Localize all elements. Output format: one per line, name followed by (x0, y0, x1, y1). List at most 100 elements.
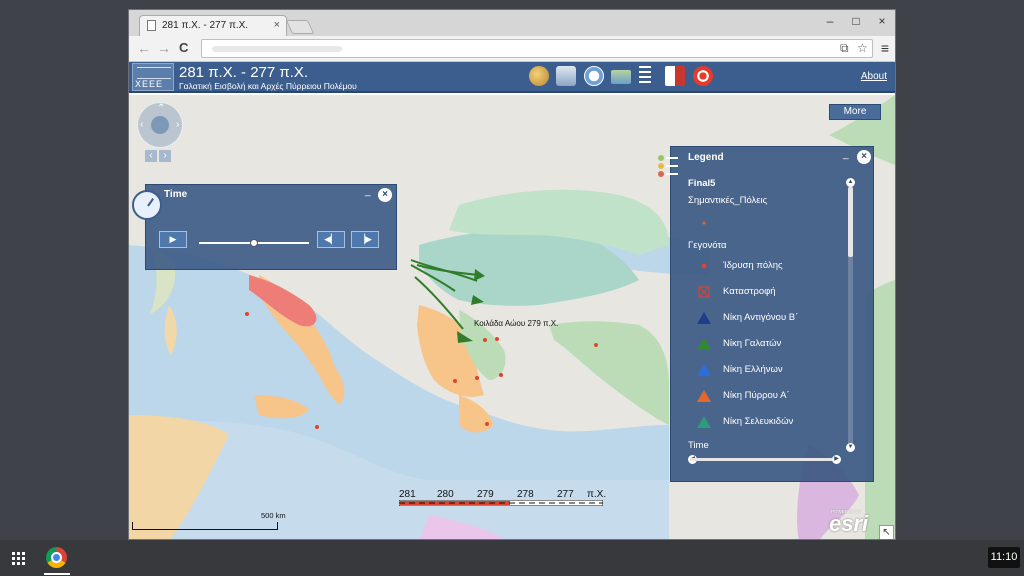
legend-close-icon[interactable]: × (857, 150, 871, 164)
time-panel: Time _ × ▶ ◀▏ ▕▶ (132, 184, 397, 270)
legend-title: Legend (688, 152, 724, 163)
legend-item-label: Νίκη Γαλατών (723, 338, 782, 349)
target-icon[interactable] (693, 66, 713, 86)
bookmark-star-icon[interactable]: ☆ (857, 41, 868, 55)
palette-icon[interactable] (529, 66, 549, 86)
legend-item-label: Νίκη Ελλήνων (723, 364, 783, 375)
timeline-year: 278 (517, 489, 534, 500)
time-panel-close-icon[interactable]: × (378, 188, 392, 202)
scrollbar-thumb[interactable] (848, 187, 853, 257)
layers-icon[interactable] (657, 153, 679, 179)
scroll-down-icon[interactable]: ▼ (846, 443, 855, 452)
time-panel-minimize-icon[interactable]: _ (365, 186, 371, 197)
pan-up-icon[interactable]: ⌃ (157, 103, 165, 114)
legend-section-cities: Σημαντικές_Πόλεις (688, 195, 768, 206)
address-bar[interactable]: ⧉ ☆ (201, 39, 873, 58)
active-app-indicator (44, 573, 70, 575)
legend-vertical-scrollbar[interactable] (848, 183, 853, 447)
legend-icon[interactable] (639, 66, 651, 86)
legend-minimize-icon[interactable]: _ (843, 149, 849, 160)
city-dot-icon (702, 221, 706, 225)
back-icon[interactable]: ← (137, 40, 151, 56)
about-link[interactable]: About (861, 71, 887, 82)
browser-menu-icon[interactable]: ≡ (881, 40, 889, 56)
forward-icon[interactable]: → (157, 40, 171, 56)
time-slider-handle[interactable] (250, 239, 258, 247)
legend-panel: Legend _ × Final5 Σημαντικές_Πόλεις Γεγο… (658, 146, 874, 482)
browser-window: 281 π.Χ. - 277 π.Χ. × – □ × ← → C ⧉ ☆ ≡ … (128, 9, 896, 540)
scroll-right-icon[interactable]: ▶ (832, 455, 841, 464)
esri-logo: esri (829, 511, 869, 536)
legend-item-label: Νίκη Πύρρου Α΄ (723, 390, 790, 401)
pan-control[interactable]: ⌃ ‹ › (137, 102, 183, 148)
zoom-in-icon[interactable]: ‹ (145, 150, 157, 162)
legend-item: Νίκη Πύρρου Α΄ (697, 388, 847, 404)
browser-toolbar: ← → C ⧉ ☆ ≡ (129, 36, 895, 62)
legend-item: Ίδρυση πόλης (697, 258, 847, 274)
destruction-icon (698, 286, 710, 298)
pan-right-icon[interactable]: › (176, 119, 179, 130)
play-button[interactable]: ▶ (159, 231, 187, 248)
legend-city-symbol (697, 215, 847, 231)
timeline-year: 281 (399, 489, 416, 500)
new-tab-button[interactable] (285, 20, 315, 34)
legend-item-label: Νίκη Αντιγόνου Β΄ (723, 312, 799, 323)
globe-icon[interactable] (151, 116, 169, 134)
legend-item: Νίκη Ελλήνων (697, 362, 847, 378)
more-button[interactable]: More (829, 104, 881, 120)
app-launcher-icon[interactable] (8, 548, 28, 568)
legend-section-events: Γεγονότα (688, 240, 727, 251)
timeline-bar: 281 280 279 278 277 π.Χ. (399, 489, 607, 507)
pan-left-icon[interactable]: ‹ (140, 119, 143, 130)
tab-close-icon[interactable]: × (274, 19, 280, 31)
triangle-navy-icon (697, 312, 711, 324)
reload-icon[interactable]: C (179, 40, 188, 55)
zoom-control: ‹ › (145, 150, 173, 162)
close-window-icon[interactable]: × (875, 14, 889, 28)
taskbar: 11:10 (0, 540, 1024, 576)
triangle-green-icon (697, 338, 711, 350)
tab-strip: 281 π.Χ. - 277 π.Χ. × – □ × (129, 10, 895, 36)
legend-item: Νίκη Γαλατών (697, 336, 847, 352)
legend-item: Καταστροφή (697, 284, 847, 300)
app-title: 281 π.Χ. - 277 π.Χ. (179, 64, 309, 81)
timeline-scale (399, 500, 603, 506)
previous-button[interactable]: ◀▏ (317, 231, 345, 248)
scale-bar (132, 522, 278, 530)
triangle-orange-icon (697, 390, 711, 402)
time-icon[interactable] (584, 66, 604, 86)
timeline-year: 279 (477, 489, 494, 500)
legend-item-label: Καταστροφή (723, 286, 776, 297)
triangle-teal-icon (697, 416, 711, 428)
expand-icon[interactable]: ↖ (879, 525, 894, 539)
app-logo: XEEE (132, 63, 174, 91)
legend-item: Νίκη Σελευκιδών (697, 414, 847, 430)
triangle-blue-icon (697, 364, 711, 376)
legend-item-label: Νίκη Σελευκιδών (723, 416, 794, 427)
timeline-unit: π.Χ. (587, 489, 607, 500)
legend-item: Νίκη Αντιγόνου Β΄ (697, 310, 847, 326)
tab-title: 281 π.Χ. - 277 π.Χ. (162, 20, 249, 31)
minimize-window-icon[interactable]: – (823, 14, 837, 28)
legend-item-label: Ίδρυση πόλης (723, 260, 783, 271)
app-subtitle: Γαλατική Εισβολή και Αρχές Πύρρειου Πολέ… (179, 81, 357, 91)
translate-icon[interactable]: ⧉ (840, 41, 849, 56)
bookmark-icon[interactable] (665, 66, 685, 86)
next-button[interactable]: ▕▶ (351, 231, 379, 248)
map-view[interactable]: ⌃ ‹ › ‹ › More Time _ × ▶ ◀▏ ▕▶ Legend _… (129, 95, 895, 539)
print-icon[interactable] (556, 66, 576, 86)
battle-place-label: Κοιλάδα Αώου 279 π.Χ. (474, 319, 559, 328)
legend-section-time: Time (688, 440, 709, 451)
page-icon (147, 20, 156, 31)
browser-tab[interactable]: 281 π.Χ. - 277 π.Χ. × (139, 15, 287, 36)
system-clock[interactable]: 11:10 (988, 547, 1020, 568)
timeline-year: 280 (437, 489, 454, 500)
basemap-icon[interactable] (611, 70, 631, 84)
zoom-out-icon[interactable]: › (159, 150, 171, 162)
time-panel-title: Time (164, 189, 188, 200)
chrome-icon[interactable] (46, 547, 67, 568)
maximize-window-icon[interactable]: □ (849, 14, 863, 28)
legend-horizontal-scrollbar[interactable] (690, 458, 838, 461)
timeline-year: 277 (557, 489, 574, 500)
time-panel-clock-icon (132, 190, 162, 220)
